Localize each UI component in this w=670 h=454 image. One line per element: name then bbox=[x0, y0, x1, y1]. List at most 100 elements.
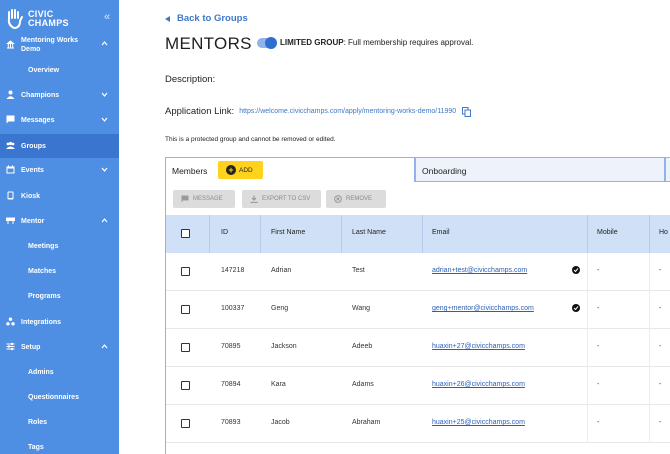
row-checkbox[interactable] bbox=[181, 419, 190, 428]
tab-members[interactable]: Members + ADD bbox=[165, 157, 415, 182]
sidebar-item-organization[interactable]: Mentoring Works Demo bbox=[0, 36, 119, 60]
add-member-button[interactable]: + ADD bbox=[218, 161, 263, 179]
row-divider bbox=[587, 291, 588, 329]
logo-text: CIVIC CHAMPS bbox=[28, 10, 69, 28]
sidebar-item-messages[interactable]: Messages bbox=[0, 110, 119, 130]
chevron-up-icon[interactable] bbox=[101, 343, 108, 350]
tab-members-label: Members bbox=[172, 166, 208, 176]
application-link-row: Application Link: https://welcome.civicc… bbox=[165, 106, 472, 117]
sidebar-item-matches[interactable]: Matches bbox=[28, 267, 56, 276]
column-header-last-name[interactable]: Last Name bbox=[352, 229, 386, 236]
sidebar-item-champions[interactable]: Champions bbox=[0, 85, 119, 105]
column-header-mobile[interactable]: Mobile bbox=[597, 229, 618, 236]
tab-next-partial[interactable] bbox=[665, 157, 670, 182]
cell-email[interactable]: huaxin+26@civicchamps.com bbox=[432, 381, 525, 388]
export-button-label: EXPORT TO CSV bbox=[262, 196, 311, 202]
message-icon bbox=[181, 195, 189, 203]
back-to-groups-link[interactable]: Back to Groups bbox=[165, 13, 248, 24]
sidebar-item-events[interactable]: Events bbox=[0, 160, 119, 180]
cell-last-name: Test bbox=[352, 267, 365, 274]
row-checkbox[interactable] bbox=[181, 381, 190, 390]
cell-last-name: Adams bbox=[352, 381, 374, 388]
cell-email[interactable]: huaxin+25@civicchamps.com bbox=[432, 419, 525, 426]
select-all-checkbox[interactable] bbox=[181, 229, 190, 238]
table-row[interactable]: 70893 Jacob Abraham huaxin+25@civicchamp… bbox=[166, 405, 670, 443]
sidebar-item-label: Setup bbox=[21, 344, 41, 351]
column-header-home[interactable]: Ho bbox=[659, 229, 668, 236]
person-icon bbox=[6, 90, 15, 99]
cell-home: - bbox=[659, 381, 662, 388]
row-divider bbox=[649, 367, 650, 405]
cell-first-name: Adrian bbox=[271, 267, 292, 274]
cell-id: 70894 bbox=[221, 381, 241, 388]
chevron-up-icon[interactable] bbox=[101, 217, 108, 224]
row-checkbox[interactable] bbox=[181, 267, 190, 276]
sidebar-item-groups[interactable]: Groups bbox=[0, 134, 119, 158]
row-checkbox[interactable] bbox=[181, 305, 190, 314]
sidebar-item-integrations[interactable]: Integrations bbox=[0, 312, 119, 332]
column-header-first-name[interactable]: First Name bbox=[271, 229, 305, 236]
sidebar-item-kiosk[interactable]: Kiosk bbox=[0, 186, 119, 206]
column-header-id[interactable]: ID bbox=[221, 229, 228, 236]
sidebar-item-programs[interactable]: Programs bbox=[28, 292, 61, 301]
double-chevron-left-icon[interactable]: « bbox=[104, 12, 110, 23]
hand-logo-icon bbox=[7, 9, 23, 30]
sidebar-item-mentor[interactable]: Mentor bbox=[0, 211, 119, 231]
chevron-down-icon[interactable] bbox=[101, 116, 108, 123]
cell-id: 147218 bbox=[221, 267, 245, 274]
row-divider bbox=[587, 329, 588, 367]
column-divider bbox=[260, 215, 261, 253]
back-arrow-icon bbox=[165, 15, 170, 22]
application-link-url[interactable]: https://welcome.civicchamps.com/apply/me… bbox=[239, 108, 456, 115]
export-csv-button[interactable]: EXPORT TO CSV bbox=[242, 190, 321, 208]
protected-group-note: This is a protected group and cannot be … bbox=[165, 136, 336, 143]
sidebar-item-setup[interactable]: Setup bbox=[0, 337, 119, 357]
table-row[interactable]: 147218 Adrian Test adrian+test@civiccham… bbox=[166, 253, 670, 291]
remove-button[interactable]: REMOVE bbox=[326, 190, 386, 208]
cell-id: 70895 bbox=[221, 343, 241, 350]
chevron-up-icon[interactable] bbox=[101, 40, 108, 47]
add-button-label: ADD bbox=[239, 166, 253, 174]
row-checkbox[interactable] bbox=[181, 343, 190, 352]
sidebar-item-label: Integrations bbox=[21, 319, 62, 326]
sidebar: CIVIC CHAMPS « Mentoring Works Demo Over… bbox=[0, 0, 119, 454]
sidebar-item-tags[interactable]: Tags bbox=[28, 443, 44, 452]
tab-onboarding[interactable]: Onboarding bbox=[415, 157, 665, 182]
sidebar-item-label: Events bbox=[21, 167, 44, 174]
remove-icon bbox=[334, 195, 342, 203]
cell-email[interactable]: geng+mentor@civicchamps.com bbox=[432, 305, 534, 312]
tab-onboarding-label: Onboarding bbox=[422, 166, 467, 176]
cell-home: - bbox=[659, 305, 662, 312]
sidebar-item-overview[interactable]: Overview bbox=[28, 66, 59, 75]
message-icon bbox=[6, 115, 15, 124]
table-row[interactable]: 70894 Kara Adams huaxin+26@civicchamps.c… bbox=[166, 367, 670, 405]
table-header: ID First Name Last Name Email Mobile Ho bbox=[166, 215, 670, 253]
cell-mobile: - bbox=[597, 305, 600, 312]
sidebar-item-questionnaires[interactable]: Questionnaires bbox=[28, 393, 79, 402]
column-header-email[interactable]: Email bbox=[432, 229, 450, 236]
page-title: MENTORS bbox=[165, 34, 252, 53]
chevron-down-icon[interactable] bbox=[101, 91, 108, 98]
cell-email[interactable]: adrian+test@civicchamps.com bbox=[432, 267, 527, 274]
column-divider bbox=[209, 215, 210, 253]
description-label: Description: bbox=[165, 74, 216, 85]
civic-champs-logo[interactable]: CIVIC CHAMPS bbox=[6, 8, 69, 30]
limited-group-toggle[interactable] bbox=[257, 37, 277, 49]
cell-mobile: - bbox=[597, 267, 600, 274]
sidebar-item-admins[interactable]: Admins bbox=[28, 368, 54, 377]
cell-first-name: Jackson bbox=[271, 343, 297, 350]
sidebar-item-label: Mentor bbox=[21, 218, 45, 225]
tablet-icon bbox=[7, 191, 14, 200]
sidebar-item-roles[interactable]: Roles bbox=[28, 418, 47, 427]
message-button[interactable]: MESSAGE bbox=[173, 190, 235, 208]
chevron-down-icon[interactable] bbox=[101, 166, 108, 173]
sidebar-item-label: Mentoring Works bbox=[21, 37, 79, 44]
sidebar-item-meetings[interactable]: Meetings bbox=[28, 242, 58, 251]
plus-circle-icon: + bbox=[226, 165, 236, 175]
cell-id: 70893 bbox=[221, 419, 241, 426]
table-row[interactable]: 100337 Geng Wang geng+mentor@civicchamps… bbox=[166, 291, 670, 329]
logo-line-2: CHAMPS bbox=[28, 18, 69, 28]
table-row[interactable]: 70895 Jackson Adeeb huaxin+27@civicchamp… bbox=[166, 329, 670, 367]
cell-email[interactable]: huaxin+27@civicchamps.com bbox=[432, 343, 525, 350]
copy-icon[interactable] bbox=[462, 106, 472, 117]
